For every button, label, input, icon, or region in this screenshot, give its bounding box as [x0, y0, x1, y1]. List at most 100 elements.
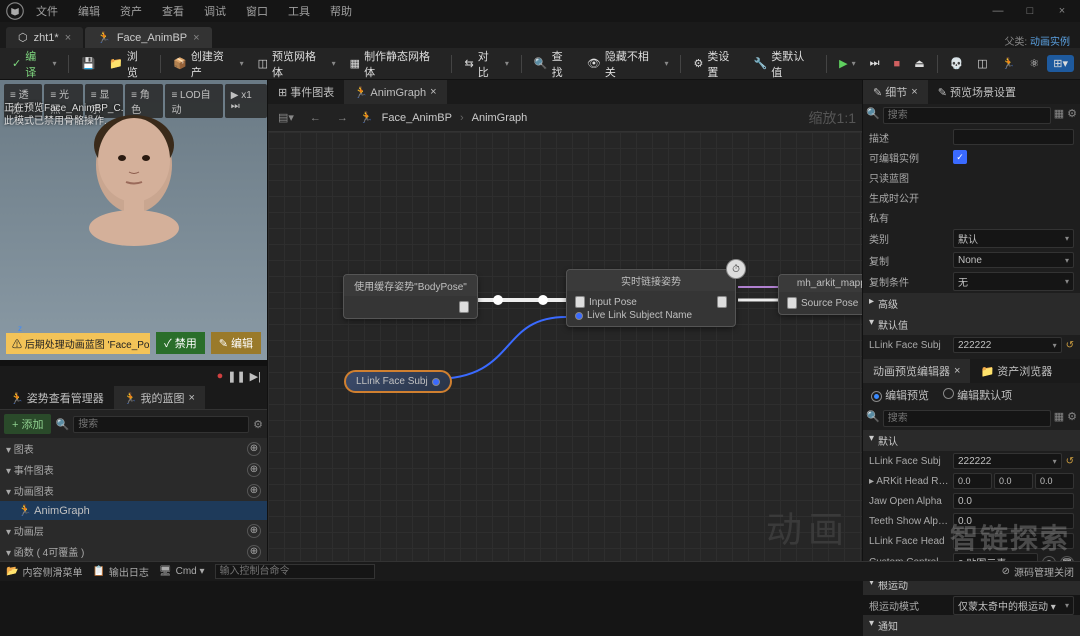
menu-调试[interactable]: 调试 — [196, 1, 234, 21]
details-search[interactable] — [883, 107, 1051, 124]
breadcrumb-root[interactable]: Face_AnimBP — [382, 112, 452, 124]
add-icon[interactable]: ⊕ — [247, 524, 261, 538]
mesh-icon[interactable]: ◫ — [971, 54, 993, 73]
reset-icon[interactable]: ↺ — [1066, 456, 1074, 467]
menu-帮助[interactable]: 帮助 — [322, 1, 360, 21]
graph-canvas[interactable]: 使用缓存姿势"BodyPose" 实时链接姿势 Input Pose Live … — [268, 132, 862, 561]
create-asset-button[interactable]: 📦创建资产 — [167, 45, 249, 83]
forward-button[interactable]: → — [333, 112, 352, 124]
skip-button[interactable]: ⏭ — [864, 54, 886, 73]
eject-button[interactable]: ⏏ — [908, 54, 930, 73]
graph-tab[interactable]: 🏃 AnimGraph × — [344, 80, 446, 104]
viewport[interactable]: ≡ 透视≡ 光照≡ 显示≡ 角色≡ LOD自动▶ x1 ⏭ 正在预览Face_A… — [0, 80, 267, 360]
preview-mesh-button[interactable]: ◫预览网格体 — [252, 45, 342, 83]
menu-编辑[interactable]: 编辑 — [70, 1, 108, 21]
next-frame-button[interactable]: ▶| — [250, 370, 261, 383]
number-input[interactable]: 0.0 — [953, 493, 1074, 509]
gear-icon[interactable]: ⚙ — [1067, 410, 1077, 427]
node-variable-llink[interactable]: LLink Face Subj — [344, 370, 452, 393]
default-header[interactable]: ▾ 默认值 — [863, 314, 1080, 335]
tree-header[interactable]: ▾ 图表⊕ — [0, 438, 267, 459]
lower-tab[interactable]: 📁 资产浏览器 — [970, 359, 1062, 383]
save-button[interactable]: 💾 — [75, 54, 101, 73]
lower-tab[interactable]: 动画预览编辑器 × — [863, 359, 970, 383]
class-defaults-button[interactable]: 🔧类默认值 — [748, 45, 821, 83]
hide-unrelated-button[interactable]: 👁隐藏不相关 — [581, 45, 675, 83]
play-button[interactable]: ▶▾ — [833, 54, 861, 73]
grid-icon[interactable]: ▦ — [1054, 410, 1064, 427]
physics-icon[interactable]: ⚛ — [1023, 54, 1045, 73]
cmd-dropdown[interactable]: 🖥 Cmd ▾ — [159, 566, 205, 577]
make-static-button[interactable]: ▦制作静态网格体 — [344, 45, 446, 83]
node-cached-pose[interactable]: 使用缓存姿势"BodyPose" — [343, 274, 478, 319]
graph-menu-icon[interactable]: ▤▾ — [274, 111, 298, 124]
tree-header[interactable]: ▾ 函数 ( 4可覆盖 )⊕ — [0, 541, 267, 561]
add-icon[interactable]: ⊕ — [247, 442, 261, 456]
compile-button[interactable]: ✓编译 — [6, 45, 62, 83]
anim-icon[interactable]: 🏃 — [996, 54, 1022, 73]
gear-icon[interactable]: ⚙ — [253, 418, 263, 431]
menu-工具[interactable]: 工具 — [280, 1, 318, 21]
content-drawer-button[interactable]: 📂 内容侧滑菜单 — [6, 564, 82, 579]
reset-icon[interactable]: ↺ — [1066, 340, 1074, 351]
menu-窗口[interactable]: 窗口 — [238, 1, 276, 21]
add-button[interactable]: + 添加 — [4, 414, 51, 434]
source-control-button[interactable]: ⊘ 源码管理关闭 — [1002, 564, 1074, 579]
stop-button[interactable]: ■ — [888, 55, 907, 73]
node-arkit-mapping[interactable]: mh_arkit_mapping Source Pose — [778, 274, 862, 315]
edit-button[interactable]: ✎ 编辑 — [211, 332, 261, 354]
back-button[interactable]: ← — [306, 112, 325, 124]
output-log-button[interactable]: 📋 输出日志 — [92, 564, 148, 579]
panel-tab[interactable]: 🏃 我的蓝图 × — [114, 386, 205, 409]
edit-preview-radio[interactable]: 编辑预览 — [871, 387, 929, 403]
maximize-button[interactable]: □ — [1018, 5, 1042, 17]
edit-defaults-radio[interactable]: 编辑默认项 — [943, 387, 1012, 403]
add-icon[interactable]: ⊕ — [247, 484, 261, 498]
menu-文件[interactable]: 文件 — [28, 1, 66, 21]
console-input[interactable] — [215, 564, 375, 579]
preview-search[interactable] — [883, 410, 1051, 427]
gear-icon[interactable]: ⚙ — [1067, 107, 1077, 124]
lower-default-header[interactable]: ▾ 默认 — [863, 430, 1080, 451]
add-icon[interactable]: ⊕ — [247, 463, 261, 477]
number-input[interactable]: 0.0 — [953, 513, 1074, 529]
disable-button[interactable]: ✓ 禁用 — [156, 332, 205, 354]
diff-button[interactable]: ⇆对比 — [458, 45, 514, 83]
record-button[interactable]: ● — [217, 370, 224, 382]
number-input[interactable]: 0.0 — [953, 473, 992, 489]
tree-header[interactable]: ▾ 事件图表⊕ — [0, 459, 267, 480]
skeleton-icon[interactable]: 💀 — [944, 54, 970, 73]
menu-资产[interactable]: 资产 — [112, 1, 150, 21]
graph-tab[interactable]: ⊞ 事件图表 — [268, 80, 344, 104]
my-blueprint-search[interactable] — [73, 416, 249, 433]
browse-button[interactable]: 📁浏览 — [103, 45, 154, 83]
class-settings-button[interactable]: ⚙类设置 — [687, 45, 745, 83]
checkbox[interactable]: ✓ — [953, 150, 967, 164]
find-button[interactable]: 🔍查找 — [528, 45, 579, 83]
panel-tab[interactable]: 🏃 姿势查看管理器 — [0, 386, 114, 409]
close-button[interactable]: × — [1050, 5, 1074, 17]
close-icon[interactable]: × — [193, 32, 199, 44]
details-tab[interactable]: ✎ 细节 × — [863, 80, 928, 104]
number-input[interactable]: 0.0 — [1035, 473, 1074, 489]
blueprint-icon[interactable]: ⊞▾ — [1047, 55, 1074, 72]
tree-header[interactable]: ▾ 动画层⊕ — [0, 520, 267, 541]
details-tab[interactable]: ✎ 预览场景设置 — [928, 80, 1026, 104]
node-livelink-pose[interactable]: 实时链接姿势 Input Pose Live Link Subject Name — [566, 269, 736, 327]
add-icon[interactable]: ⊕ — [247, 545, 261, 559]
grid-icon[interactable]: ▦ — [1054, 107, 1064, 124]
root-motion-dropdown[interactable]: 仅蒙太奇中的根运动 ▾ — [953, 596, 1074, 615]
menu-查看[interactable]: 查看 — [154, 1, 192, 21]
llink-subj-dropdown[interactable]: 222222 — [953, 337, 1062, 353]
notify-header[interactable]: ▾ 通知 — [863, 615, 1080, 636]
number-input[interactable]: 0.0 — [994, 473, 1033, 489]
dropdown[interactable]: 222222 — [953, 453, 1062, 469]
close-icon[interactable]: × — [65, 32, 71, 44]
minimize-button[interactable]: — — [986, 5, 1010, 17]
dropdown[interactable]: None — [953, 252, 1074, 268]
breadcrumb-child[interactable]: AnimGraph — [472, 112, 528, 124]
viewport-play[interactable]: ▶ x1 ⏭ — [225, 84, 267, 118]
tree-item[interactable]: 🏃 AnimGraph — [0, 501, 267, 520]
pause-button[interactable]: ❚❚ — [227, 370, 245, 383]
tree-header[interactable]: ▾ 动画图表⊕ — [0, 480, 267, 501]
